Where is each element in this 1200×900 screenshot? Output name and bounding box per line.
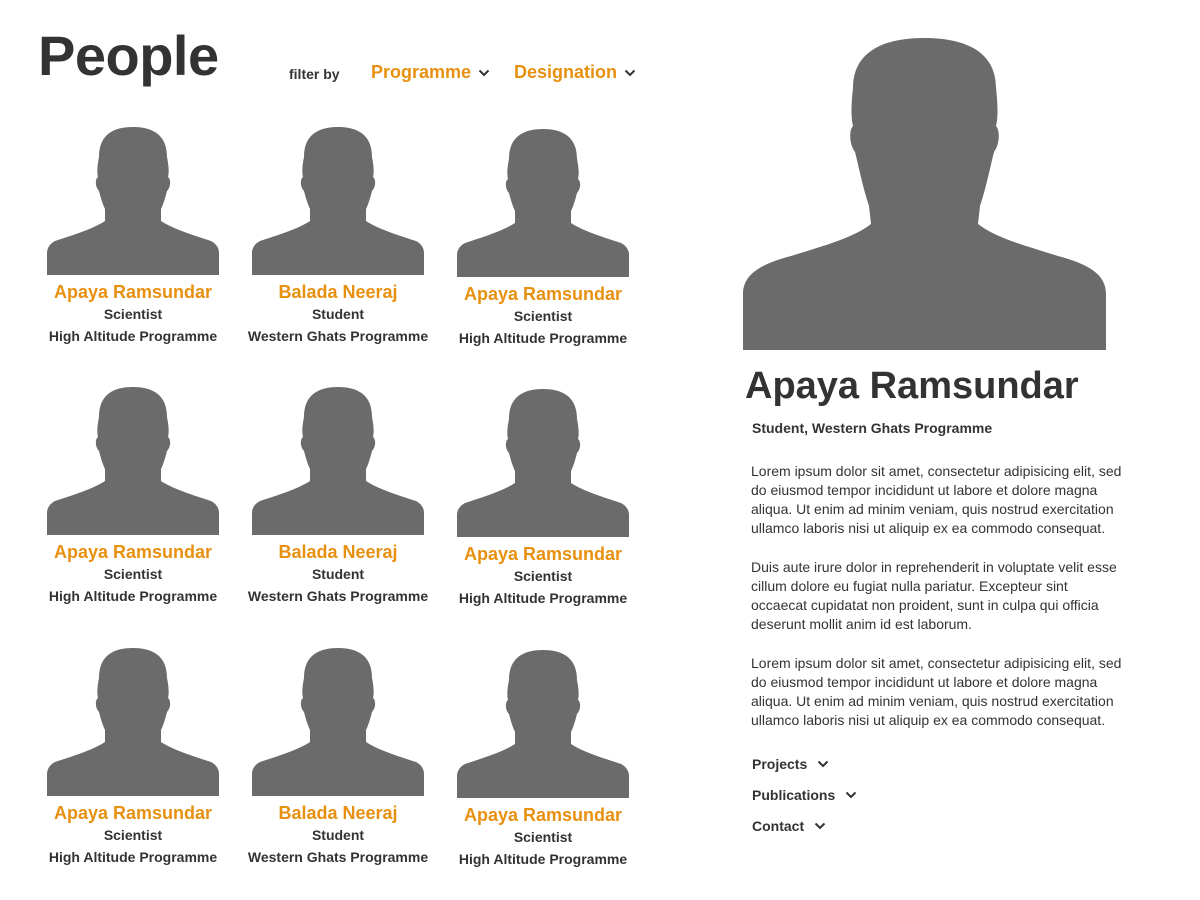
chevron-down-icon (817, 760, 829, 768)
person-programme: High Altitude Programme (458, 851, 628, 867)
person-programme: High Altitude Programme (48, 328, 218, 344)
section-contact[interactable]: Contact (752, 810, 1143, 841)
person-card[interactable]: Apaya Ramsundar Scientist High Altitude … (33, 646, 233, 868)
chevron-down-icon (814, 822, 826, 830)
chevron-down-icon (624, 69, 636, 77)
person-role: Student (311, 566, 365, 582)
section-label: Contact (752, 817, 805, 834)
person-role: Student (311, 306, 365, 322)
person-detail-avatar (743, 38, 1106, 350)
detail-bio: Lorem ipsum dolor sit amet, consectetur … (751, 462, 1123, 730)
person-name[interactable]: Apaya Ramsundar (33, 802, 233, 824)
person-role: Scientist (103, 566, 163, 582)
person-role: Scientist (103, 306, 163, 322)
person-card[interactable]: Apaya Ramsundar Scientist High Altitude … (443, 648, 643, 870)
person-avatar (47, 387, 219, 535)
section-label: Projects (752, 755, 808, 772)
section-projects[interactable]: Projects (752, 748, 1143, 779)
designation-filter-dropdown[interactable]: Designation (514, 62, 636, 83)
person-name[interactable]: Balada Neeraj (238, 802, 438, 824)
person-role: Scientist (513, 829, 573, 845)
bio-paragraph: Lorem ipsum dolor sit amet, consectetur … (751, 463, 1122, 536)
person-role: Scientist (513, 308, 573, 324)
person-name[interactable]: Apaya Ramsundar (443, 543, 643, 565)
detail-sections: Projects Publications Contact (752, 748, 1143, 841)
person-avatar (47, 127, 219, 275)
person-avatar (252, 387, 424, 535)
people-grid: Apaya Ramsundar Scientist High Altitude … (40, 120, 650, 880)
person-card[interactable]: Apaya Ramsundar Scientist High Altitude … (33, 385, 233, 607)
designation-filter-label: Designation (514, 62, 618, 82)
detail-person-subtitle: Student, Western Ghats Programme (752, 420, 993, 436)
programme-filter-label: Programme (371, 62, 472, 82)
person-avatar (457, 389, 629, 537)
person-programme: Western Ghats Programme (247, 849, 429, 865)
section-label: Publications (752, 786, 836, 803)
person-programme: High Altitude Programme (48, 849, 218, 865)
person-card[interactable]: Balada Neeraj Student Western Ghats Prog… (238, 385, 438, 607)
person-detail-panel: Apaya Ramsundar Student, Western Ghats P… (743, 38, 1143, 841)
person-avatar (47, 648, 219, 796)
person-avatar (252, 648, 424, 796)
page-title: People (38, 24, 219, 87)
section-publications[interactable]: Publications (752, 779, 1143, 810)
person-name[interactable]: Apaya Ramsundar (33, 541, 233, 563)
person-programme: Western Ghats Programme (247, 328, 429, 344)
person-card[interactable]: Apaya Ramsundar Scientist High Altitude … (443, 127, 643, 349)
person-name[interactable]: Balada Neeraj (238, 281, 438, 303)
person-avatar (457, 650, 629, 798)
person-card[interactable]: Apaya Ramsundar Scientist High Altitude … (33, 125, 233, 347)
person-avatar (252, 127, 424, 275)
chevron-down-icon (478, 69, 490, 77)
person-name[interactable]: Apaya Ramsundar (33, 281, 233, 303)
chevron-down-icon (845, 791, 857, 799)
person-card[interactable]: Balada Neeraj Student Western Ghats Prog… (238, 125, 438, 347)
person-name[interactable]: Apaya Ramsundar (443, 804, 643, 826)
person-programme: High Altitude Programme (458, 330, 628, 346)
person-programme: High Altitude Programme (48, 588, 218, 604)
person-name[interactable]: Balada Neeraj (238, 541, 438, 563)
programme-filter-dropdown[interactable]: Programme (371, 62, 490, 83)
person-card[interactable]: Balada Neeraj Student Western Ghats Prog… (238, 646, 438, 868)
detail-person-name: Apaya Ramsundar (745, 365, 1079, 407)
person-avatar (457, 129, 629, 277)
person-role: Student (311, 827, 365, 843)
filter-label: filter by (289, 66, 340, 82)
bio-paragraph: Lorem ipsum dolor sit amet, consectetur … (751, 655, 1122, 728)
person-role: Scientist (513, 568, 573, 584)
person-name[interactable]: Apaya Ramsundar (443, 283, 643, 305)
person-card[interactable]: Apaya Ramsundar Scientist High Altitude … (443, 387, 643, 609)
person-role: Scientist (103, 827, 163, 843)
person-programme: Western Ghats Programme (247, 588, 429, 604)
person-programme: High Altitude Programme (458, 590, 628, 606)
bio-paragraph: Duis aute irure dolor in reprehenderit i… (751, 559, 1117, 632)
